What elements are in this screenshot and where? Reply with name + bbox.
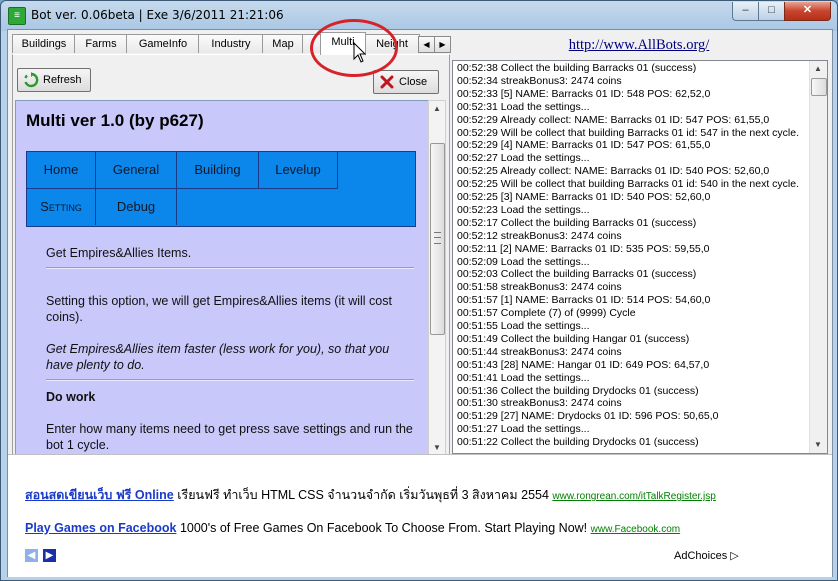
multi-menu: Home General Building Levelup Setting De… xyxy=(26,151,416,227)
log-list[interactable]: ▲ ▼ 00:52:38 Collect the building Barrac… xyxy=(452,60,828,454)
log-line: 00:51:49 Collect the building Hangar 01 … xyxy=(457,332,690,345)
content-scrollbar[interactable]: ▲ ▼ xyxy=(428,100,446,457)
section-heading-items: Get Empires&Allies Items. xyxy=(46,246,192,260)
log-line: 00:51:58 streakBonus3: 2474 coins xyxy=(457,281,622,294)
log-scrollbar[interactable]: ▲ ▼ xyxy=(809,61,827,453)
menu-levelup[interactable]: Levelup xyxy=(259,152,338,189)
page-title: Multi ver 1.0 (by p627) xyxy=(26,111,204,130)
log-line: 00:52:38 Collect the building Barracks 0… xyxy=(457,62,697,74)
log-line: 00:52:33 [5] NAME: Barracks 01 ID: 548 P… xyxy=(457,87,711,100)
adchoices-label: AdChoices xyxy=(674,550,728,562)
ad-banner: สอนสดเขียนเว็บ ฟรี Online เรียนฟรี ทำเว็… xyxy=(8,454,832,577)
ad-prev-icon[interactable]: ◀ xyxy=(25,549,38,562)
multi-content-view: Multi ver 1.0 (by p627) Home General Bui… xyxy=(15,100,429,457)
app-icon: ≡ xyxy=(8,7,26,25)
log-line: 00:51:36 Collect the building Drydocks 0… xyxy=(457,384,699,397)
log-line: 00:51:57 Complete (7) of (9999) Cycle xyxy=(457,307,636,320)
log-line: 00:52:25 Already collect: NAME: Barracks… xyxy=(457,165,770,178)
tab-buildings[interactable]: Buildings xyxy=(12,34,76,53)
log-line: 00:51:43 [28] NAME: Hangar 01 ID: 649 PO… xyxy=(457,358,710,371)
ad-item: Play Games on Facebook 1000's of Free Ga… xyxy=(25,521,680,535)
tab-scroll-left-icon[interactable]: ◀ xyxy=(418,36,435,53)
menu-debug[interactable]: Debug xyxy=(96,189,177,225)
log-line: 00:51:22 Collect the building Drydocks 0… xyxy=(457,436,699,449)
ad-next-icon[interactable]: ▶ xyxy=(43,549,56,562)
scroll-up-icon[interactable]: ▲ xyxy=(810,61,826,77)
ad-link[interactable]: Play Games on Facebook xyxy=(25,521,176,535)
adchoices-icon: ▷ xyxy=(730,550,739,562)
tab-map[interactable]: Map xyxy=(262,34,304,53)
log-line: 00:51:29 [27] NAME: Drydocks 01 ID: 596 … xyxy=(457,410,719,423)
section-heading-work: Do work xyxy=(46,390,96,404)
ad-url[interactable]: www.Facebook.com xyxy=(591,524,680,535)
log-line: 00:51:27 Load the settings... xyxy=(457,423,590,436)
maximize-button[interactable]: □ xyxy=(758,2,785,21)
bot-window: ≡ Bot ver. 0.06beta | Exe 3/6/2011 21:21… xyxy=(0,0,838,581)
ad-item: สอนสดเขียนเว็บ ฟรี Online เรียนฟรี ทำเว็… xyxy=(25,485,716,505)
ad-text: 1000's of Free Games On Facebook To Choo… xyxy=(179,521,588,535)
scroll-down-icon[interactable]: ▼ xyxy=(810,437,826,453)
minimize-button[interactable]: – xyxy=(732,2,759,21)
mouse-cursor-icon xyxy=(353,42,367,63)
log-line: 00:51:55 Load the settings... xyxy=(457,320,590,332)
window-title: Bot ver. 0.06beta | Exe 3/6/2011 21:21:0… xyxy=(31,8,284,22)
tab-farms[interactable]: Farms xyxy=(74,34,128,53)
log-line: 00:52:03 Collect the building Barracks 0… xyxy=(457,268,697,281)
title-bar[interactable]: ≡ Bot ver. 0.06beta | Exe 3/6/2011 21:21… xyxy=(1,1,837,29)
log-line: 00:52:25 [3] NAME: Barracks 01 ID: 540 P… xyxy=(457,191,711,203)
tab-strip: Buildings Farms GameInfo Industry Map Mu… xyxy=(12,19,451,77)
log-line: 00:52:29 Will be collect that building B… xyxy=(457,126,800,139)
log-scroll-thumb[interactable] xyxy=(811,78,827,96)
close-x-icon xyxy=(380,75,394,89)
menu-general[interactable]: General xyxy=(96,152,177,189)
log-line: 00:51:44 streakBonus3: 2474 coins xyxy=(457,345,622,358)
refresh-icon xyxy=(24,72,39,88)
tab-industry[interactable]: Industry xyxy=(198,34,264,53)
close-window-button[interactable]: ✕ xyxy=(784,2,831,21)
scroll-up-icon[interactable]: ▲ xyxy=(429,101,445,117)
site-link-bar: http://www.AllBots.org/ xyxy=(452,34,826,56)
grip-icon xyxy=(434,232,441,244)
refresh-button[interactable]: Refresh xyxy=(17,68,91,92)
allbots-link[interactable]: http://www.AllBots.org/ xyxy=(569,37,710,53)
refresh-label: Refresh xyxy=(43,74,82,86)
log-line: 00:52:09 Load the settings... xyxy=(457,255,590,268)
log-line: 00:52:27 Load the settings... xyxy=(457,152,590,165)
close-button[interactable]: Close xyxy=(373,70,439,94)
close-label: Close xyxy=(399,76,428,88)
ad-text: เรียนฟรี ทำเว็บ HTML CSS จำนวนจำกัด เริ่… xyxy=(177,488,549,502)
log-line: 00:52:11 [2] NAME: Barracks 01 ID: 535 P… xyxy=(457,242,710,255)
log-line: 00:51:30 streakBonus3: 2474 coins xyxy=(457,397,622,410)
log-line: 00:52:29 Already collect: NAME: Barracks… xyxy=(457,113,770,126)
adchoices[interactable]: AdChoices ▷ xyxy=(674,549,739,562)
divider xyxy=(46,267,414,269)
divider xyxy=(46,379,414,381)
setting-description: Setting this option, we will get Empires… xyxy=(46,294,392,324)
log-line: 00:51:41 Load the settings... xyxy=(457,371,590,384)
menu-home[interactable]: Home xyxy=(27,152,96,189)
work-instructions: Enter how many items need to get press s… xyxy=(46,422,413,452)
menu-setting[interactable]: Setting xyxy=(27,189,96,225)
log-line: 00:52:17 Collect the building Barracks 0… xyxy=(457,216,697,229)
log-line: 00:52:12 streakBonus3: 2474 coins xyxy=(457,229,622,242)
log-line: 00:52:25 Will be collect that building B… xyxy=(457,178,800,191)
tab-gameinfo[interactable]: GameInfo xyxy=(126,34,200,53)
menu-building[interactable]: Building xyxy=(177,152,259,189)
log-line: 00:52:29 [4] NAME: Barracks 01 ID: 547 P… xyxy=(457,139,711,152)
log-line: 00:52:34 streakBonus3: 2474 coins xyxy=(457,74,622,87)
tab-scroll-arrows: ◀ ▶ xyxy=(418,36,451,53)
log-line: 00:52:23 Load the settings... xyxy=(457,203,590,216)
log-line: 00:51:57 [1] NAME: Barracks 01 ID: 514 P… xyxy=(457,294,711,307)
log-line: 00:52:31 Load the settings... xyxy=(457,100,590,113)
tab-scroll-right-icon[interactable]: ▶ xyxy=(434,36,451,53)
ad-link[interactable]: สอนสดเขียนเว็บ ฟรี Online xyxy=(25,488,174,502)
client-area: Buildings Farms GameInfo Industry Map Mu… xyxy=(7,19,833,577)
ad-url[interactable]: www.rongrean.com/itTalkRegister.jsp xyxy=(552,491,715,502)
scroll-thumb[interactable] xyxy=(430,143,445,335)
setting-note: Get Empires&Allies item faster (less wor… xyxy=(46,342,390,372)
